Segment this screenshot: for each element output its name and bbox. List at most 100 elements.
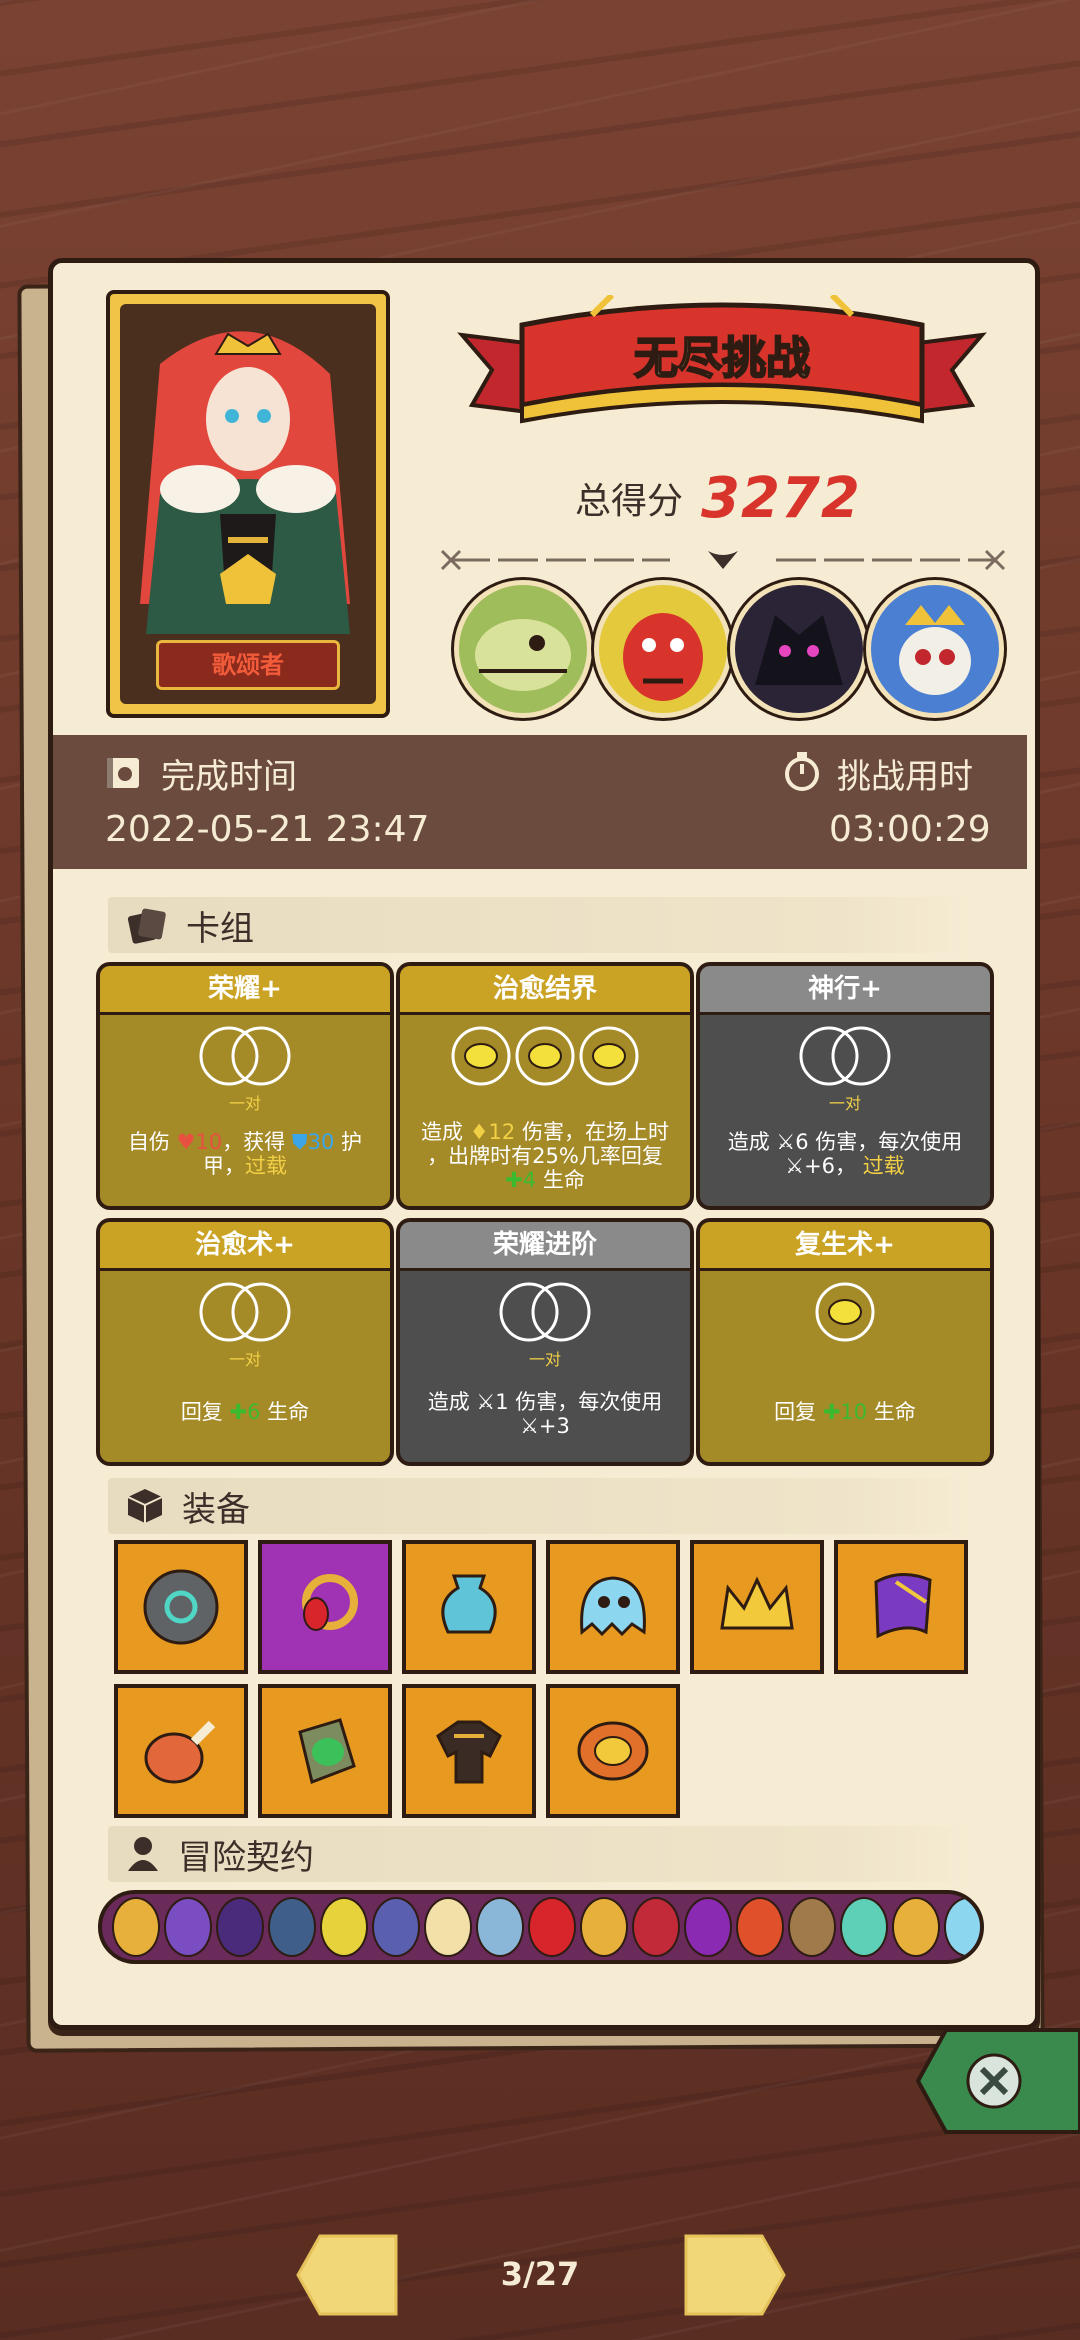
- sword-icon: ⚔: [476, 1390, 496, 1414]
- equipment-slot[interactable]: [258, 1684, 392, 1818]
- contract-icon: [788, 1897, 836, 1957]
- pair-label: 一对: [528, 1350, 561, 1369]
- pair-rings-icon: [100, 1280, 390, 1344]
- card-title: 荣耀进阶: [400, 1222, 690, 1271]
- calendar-icon: [107, 758, 139, 788]
- pair-rings-icon: [700, 1024, 990, 1088]
- purple-cloak-icon: [874, 1573, 932, 1639]
- ornate-amulet-icon: [577, 1721, 649, 1781]
- equipment-slot[interactable]: [834, 1540, 968, 1674]
- ham-leg-icon: [144, 1720, 216, 1784]
- card-title: 治愈术+: [100, 1222, 390, 1271]
- equipment-section-header: 装备: [108, 1478, 970, 1534]
- boss-portrait: [454, 580, 592, 718]
- equipment-slot[interactable]: [546, 1540, 680, 1674]
- sword-icon: ⚔: [785, 1154, 805, 1178]
- deck-card[interactable]: 荣耀进阶 一对 造成 ⚔1 伤害，每次使用 ⚔+3: [396, 1218, 694, 1466]
- card-description: 造成 ⚔1 伤害，每次使用 ⚔+3: [427, 1390, 663, 1438]
- equipment-slot[interactable]: [114, 1684, 248, 1818]
- dark-armor-icon: [436, 1720, 502, 1784]
- skull-king-icon: [899, 605, 971, 695]
- contract-icon: [216, 1897, 264, 1957]
- card-description: 造成 ♦12 伤害，在场上时 ，出牌时有25%几率回复 ✚4 生命: [421, 1120, 669, 1192]
- contract-section-header: 冒险契约: [108, 1826, 970, 1882]
- pair-label: 一对: [828, 1094, 861, 1113]
- finish-time-value: 2022-05-21 23:47: [105, 809, 430, 850]
- plus-icon: ✚: [822, 1400, 841, 1424]
- prev-page-button[interactable]: [296, 2232, 400, 2318]
- card-description: 造成 ⚔6 伤害，每次使用 ⚔+6， 过载: [727, 1130, 963, 1178]
- contract-icon: [320, 1897, 368, 1957]
- close-button[interactable]: [916, 2026, 1080, 2136]
- shadow-beast-icon: [755, 615, 843, 685]
- next-page-button[interactable]: [682, 2232, 786, 2318]
- deck-card[interactable]: 荣耀+ 一对 自伤 ♥10，获得 ⛊30 护 甲，过载: [96, 962, 394, 1210]
- deck-card[interactable]: 神行+ 一对 造成 ⚔6 伤害，每次使用 ⚔+6， 过载: [696, 962, 994, 1210]
- deck-card[interactable]: 复生术+ 回复 ✚10 生命: [696, 1218, 994, 1466]
- total-score: 总得分 3272: [575, 463, 875, 533]
- coin-icon: [700, 1280, 990, 1344]
- duration-value: 03:00:29: [829, 809, 991, 850]
- plus-icon: ✚: [229, 1400, 248, 1424]
- contract-section-label: 冒险契约: [178, 1837, 314, 1878]
- card-description: 自伤 ♥10，获得 ⛊30 护 甲，过载: [127, 1130, 363, 1178]
- contract-icon: [268, 1897, 316, 1957]
- sword-icon: ⚔: [776, 1130, 796, 1154]
- pair-label: 一对: [228, 1094, 261, 1113]
- contract-icon: [372, 1897, 420, 1957]
- plus-icon: ✚: [505, 1168, 523, 1192]
- contract-icon: [632, 1897, 680, 1957]
- pair-label: 一对: [228, 1350, 261, 1369]
- page-counter: 3/27: [500, 2255, 580, 2293]
- blue-vase-icon: [441, 1574, 497, 1634]
- box-icon: [127, 1489, 163, 1523]
- equipment-slot[interactable]: [402, 1684, 536, 1818]
- pair-rings-icon: [100, 1024, 390, 1088]
- golden-crown-icon: [720, 1576, 794, 1630]
- contract-icon: [736, 1897, 784, 1957]
- contract-icon: [476, 1897, 524, 1957]
- contract-icon: [684, 1897, 732, 1957]
- ornament-divider: [440, 549, 1006, 571]
- card-title: 神行+: [700, 966, 990, 1015]
- bone-dragon-icon: [475, 619, 571, 691]
- equipment-section-label: 装备: [182, 1489, 250, 1530]
- hero-name: 歌颂者: [156, 640, 340, 690]
- equipment-slot[interactable]: [258, 1540, 392, 1674]
- endless-challenge-banner: 无尽挑战: [452, 292, 992, 455]
- equipment-slot[interactable]: [690, 1540, 824, 1674]
- coins-icon: [400, 1024, 690, 1088]
- contract-icon: [164, 1897, 212, 1957]
- contract-icon: [580, 1897, 628, 1957]
- total-score-label: 总得分: [575, 481, 684, 522]
- duration-label: 挑战用时: [837, 757, 973, 797]
- card-description: 回复 ✚10 生命: [774, 1400, 916, 1424]
- deck-card[interactable]: 治愈结界 造成 ♦12 伤害，在场上时 ，出牌时有25%几率回复 ✚4 生命: [396, 962, 694, 1210]
- contract-icon: [112, 1897, 160, 1957]
- rune-stone-icon: [143, 1569, 219, 1645]
- pair-rings-icon: [400, 1280, 690, 1344]
- equipment-slot[interactable]: [402, 1540, 536, 1674]
- sword-icon: ⚔: [520, 1414, 539, 1438]
- hero-card: 歌颂者: [106, 290, 390, 718]
- deck-section-label: 卡组: [186, 908, 254, 949]
- deck-card[interactable]: 治愈术+ 一对 回复 ✚6 生命: [96, 1218, 394, 1466]
- card-description: 回复 ✚6 生命: [180, 1400, 310, 1424]
- contract-icon: [424, 1897, 472, 1957]
- diamond-icon: ♦: [469, 1120, 489, 1144]
- mossy-tablet-icon: [298, 1718, 356, 1785]
- deck-section-header: 卡组: [108, 897, 970, 953]
- ruby-ring-icon: [302, 1574, 358, 1631]
- equipment-slot[interactable]: [546, 1684, 680, 1818]
- hero-portrait: 歌颂者: [120, 304, 376, 704]
- time-info-band: 完成时间 2022-05-21 23:47 挑战用时 03:00:29: [53, 735, 1027, 869]
- stopwatch-icon: [785, 752, 819, 791]
- card-title: 荣耀+: [100, 966, 390, 1015]
- contract-icon: [892, 1897, 940, 1957]
- contract-icon-strip[interactable]: [98, 1890, 984, 1964]
- heart-icon: ♥: [176, 1130, 196, 1154]
- equipment-slot[interactable]: [114, 1540, 248, 1674]
- boss-portrait: [594, 580, 732, 718]
- finish-time-label: 完成时间: [161, 757, 297, 797]
- total-score-value: 3272: [701, 465, 861, 531]
